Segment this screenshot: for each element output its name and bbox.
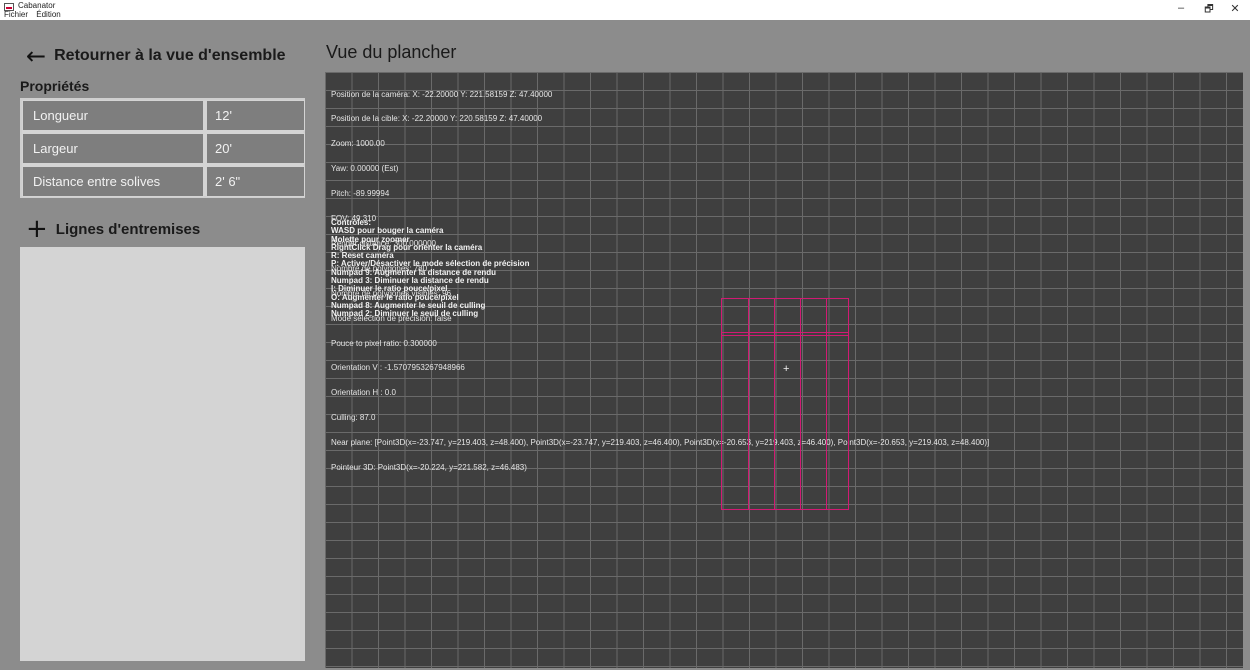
minimize-icon[interactable]: – xyxy=(1170,2,1192,14)
beam[interactable] xyxy=(722,332,848,336)
property-row: Largeur 20' xyxy=(22,133,305,164)
back-label: Retourner à la vue d'ensemble xyxy=(54,47,286,64)
property-row: Distance entre solives 2' 6" xyxy=(22,166,305,197)
add-entremises-label: Lignes d'entremises xyxy=(55,220,201,238)
floor-viewport[interactable]: Position de la caméra: X: -22.20000 Y: 2… xyxy=(325,72,1243,668)
property-label: Longueur xyxy=(22,100,204,131)
controls-help: Controles: WASD pour bouger la caméra Mo… xyxy=(331,218,529,319)
largeur-field[interactable]: 20' xyxy=(206,133,305,164)
menu-bar: Fichier Édition xyxy=(4,10,67,19)
add-entremises-button[interactable]: + Lignes d'entremises xyxy=(26,214,201,244)
debug-line: Pitch: -89.99994 xyxy=(331,189,390,199)
debug-line: Culling: 87.0 xyxy=(331,413,376,423)
debug-line: Position de la cible: X: -22.20000 Y: 22… xyxy=(331,114,543,124)
properties-table: Longueur 12' Largeur 20' Distance entre … xyxy=(20,98,305,198)
arrow-left-icon: ← xyxy=(26,42,47,70)
property-row: Longueur 12' xyxy=(22,100,305,131)
menu-edition[interactable]: Édition xyxy=(36,10,60,19)
joist[interactable] xyxy=(826,299,827,509)
joist[interactable] xyxy=(800,299,801,509)
longueur-field[interactable]: 12' xyxy=(206,100,305,131)
joist[interactable] xyxy=(774,299,775,509)
title-bar: Cabanator Fichier Édition – 🗗 ✕ xyxy=(0,0,1250,20)
property-label: Largeur xyxy=(22,133,204,164)
view-title: Vue du plancher xyxy=(326,42,457,62)
joist[interactable] xyxy=(748,299,749,509)
entremises-list[interactable] xyxy=(20,247,305,661)
plus-icon: + xyxy=(26,214,48,244)
debug-line: Yaw: 0.00000 (Est) xyxy=(331,164,399,174)
joist-spacing-field[interactable]: 2' 6" xyxy=(206,166,305,197)
floor-outline[interactable] xyxy=(721,298,849,510)
debug-line: Zoom: 1000.00 xyxy=(331,139,385,149)
debug-line: Position de la caméra: X: -22.20000 Y: 2… xyxy=(331,89,553,99)
controls-line: Numpad 2: Diminuer le seuil de culling xyxy=(331,309,479,319)
property-label: Distance entre solives xyxy=(22,166,204,197)
crosshair-icon: + xyxy=(783,363,790,375)
debug-line: Pointeur 3D: Point3D(x=-20.224, y=221.58… xyxy=(331,462,527,472)
app-title: Cabanator xyxy=(18,1,56,10)
debug-line: Pouce to pixel ratio: 0.300000 xyxy=(331,338,437,348)
debug-line: Orientation V : -1.5707953267948966 xyxy=(331,363,465,373)
close-icon[interactable]: ✕ xyxy=(1224,2,1246,15)
properties-title: Propriétés xyxy=(20,78,90,94)
debug-line: Near plane: [Point3D(x=-23.747, y=219.40… xyxy=(331,438,990,448)
back-to-overview-button[interactable]: ← Retourner à la vue d'ensemble xyxy=(26,44,286,68)
restore-icon[interactable]: 🗗 xyxy=(1198,2,1220,19)
debug-line: Orientation H : 0.0 xyxy=(331,388,396,398)
menu-fichier[interactable]: Fichier xyxy=(4,10,28,19)
